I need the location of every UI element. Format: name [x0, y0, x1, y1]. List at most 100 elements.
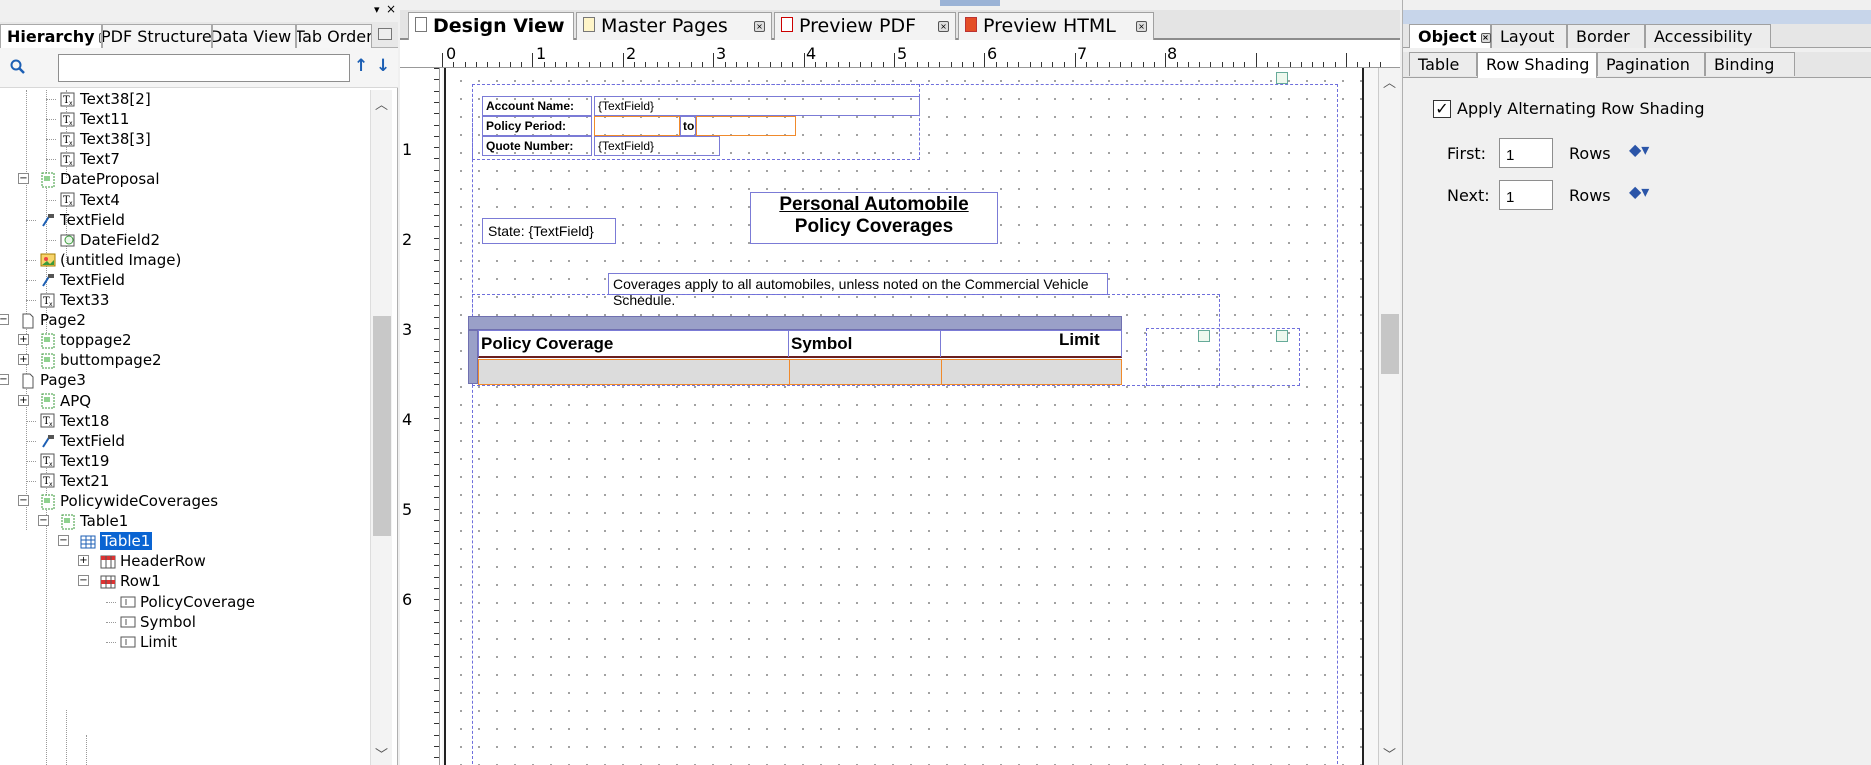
panel-options-icon[interactable]	[378, 28, 392, 40]
close-icon[interactable]: ×	[1136, 21, 1147, 32]
scroll-up-icon[interactable]: ︿	[1383, 72, 1396, 91]
page-right-edge	[1362, 68, 1364, 765]
quote-number-label-box[interactable]: Quote Number:	[482, 136, 592, 156]
account-name-field[interactable]: {TextField}	[594, 96, 920, 116]
policy-period-label-box[interactable]: Policy Period:	[482, 116, 592, 136]
collapse-icon[interactable]: −	[18, 173, 29, 185]
tree-item-label: Text19	[60, 451, 110, 470]
tab-design-view-label: Design View	[433, 15, 565, 37]
form-page[interactable]: Account Name: {TextField} Policy Period:…	[444, 68, 1362, 765]
page-icon	[415, 17, 427, 32]
svg-text:x: x	[69, 140, 73, 147]
quote-number-label: Quote Number:	[486, 139, 574, 153]
tree-scrollbar[interactable]: ︿ ﹀	[370, 90, 392, 765]
svg-text:x: x	[49, 481, 53, 488]
table-header-row[interactable]: Policy Coverage Symbol Limit	[478, 330, 1122, 358]
subtab-row-shading[interactable]: Row Shading	[1477, 52, 1597, 78]
tree-item-label: TextField	[60, 210, 125, 229]
tab-layout-label: Layout	[1500, 27, 1555, 46]
close-icon[interactable]: ×	[754, 21, 765, 32]
quote-number-field[interactable]: {TextField}	[594, 136, 720, 156]
expand-icon[interactable]: +	[18, 354, 29, 366]
subform-marker-icon	[1198, 330, 1210, 342]
tab-preview-html[interactable]: Preview HTML ×	[958, 12, 1154, 40]
html5-icon	[965, 17, 977, 32]
tab-preview-pdf[interactable]: Preview PDF ×	[774, 12, 956, 40]
subtab-table[interactable]: Table	[1409, 52, 1477, 76]
close-icon[interactable]: ×	[938, 21, 949, 32]
account-name-value: {TextField}	[598, 99, 655, 113]
state-field[interactable]: State: {TextField}	[482, 218, 616, 244]
search-input[interactable]	[58, 54, 350, 82]
arrow-down-icon[interactable]: ↓	[376, 56, 390, 76]
tab-design-view[interactable]: Design View	[408, 12, 574, 40]
tree-item-label: Text21	[60, 471, 110, 490]
tree-item-label: buttompage2	[60, 351, 162, 370]
search-icon[interactable]	[10, 59, 26, 75]
svg-text:x: x	[49, 301, 53, 308]
account-name-label-box[interactable]: Account Name:	[482, 96, 592, 116]
svg-text:x: x	[69, 100, 73, 107]
tab-border[interactable]: Border	[1567, 24, 1645, 48]
table-row-bar[interactable]	[468, 330, 478, 384]
panel-close-icon[interactable]: ×	[386, 2, 396, 16]
text-icon: Tx	[60, 131, 76, 147]
close-icon[interactable]: ×	[1480, 32, 1491, 43]
table-data-row[interactable]	[478, 359, 1122, 385]
scroll-down-icon[interactable]: ﹀	[1383, 744, 1396, 763]
tab-hierarchy-label: Hierarchy	[7, 27, 95, 46]
collapse-icon[interactable]: −	[58, 535, 69, 547]
svg-text:x: x	[49, 461, 53, 468]
tab-master-pages[interactable]: Master Pages ×	[576, 12, 772, 40]
scroll-up-icon[interactable]: ︿	[375, 94, 388, 113]
design-scrollbar[interactable]: ︿ ﹀	[1378, 68, 1400, 765]
fill-color-picker-icon[interactable]: ◆▾	[1629, 182, 1649, 201]
expand-icon[interactable]: +	[78, 555, 89, 567]
collapse-icon[interactable]: −	[38, 515, 49, 527]
subtab-pagination[interactable]: Pagination	[1597, 52, 1705, 76]
subform-icon	[40, 352, 56, 369]
title-box[interactable]: Personal Automobile Policy Coverages	[750, 192, 998, 244]
expand-icon[interactable]: +	[18, 394, 29, 406]
canvas-area[interactable]: Account Name: {TextField} Policy Period:…	[442, 68, 1378, 765]
header-cell-limit[interactable]: Limit	[941, 330, 1121, 357]
tab-object[interactable]: Object ×	[1409, 24, 1491, 48]
svg-text:x: x	[69, 120, 73, 127]
design-scroll-thumb[interactable]	[1381, 314, 1399, 374]
collapse-icon[interactable]: −	[0, 374, 9, 386]
tree-scroll-thumb[interactable]	[373, 316, 391, 536]
apply-shading-checkbox[interactable]: ✓	[1433, 100, 1451, 118]
tree-item[interactable]: Limit	[120, 630, 177, 654]
text-icon: Tx	[40, 472, 56, 488]
arrow-up-icon[interactable]: ↑	[354, 56, 368, 76]
tab-hierarchy[interactable]: Hierarchy×	[0, 24, 102, 48]
tab-data-view[interactable]: Data View	[212, 24, 296, 48]
next-rows-input[interactable]	[1499, 180, 1553, 210]
ruler-label: 3	[402, 320, 413, 339]
collapse-icon[interactable]: −	[78, 575, 89, 587]
tab-tab-order[interactable]: Tab Order	[296, 24, 372, 48]
policy-start-field[interactable]	[594, 116, 680, 136]
tab-accessibility[interactable]: Accessibility	[1645, 24, 1771, 48]
ruler-label: 0	[446, 44, 457, 63]
svg-text:x: x	[69, 160, 73, 167]
subtab-binding[interactable]: Binding	[1705, 52, 1795, 76]
ruler-label: 2	[402, 230, 413, 249]
scroll-down-icon[interactable]: ﹀	[375, 744, 388, 763]
coverages-note-box[interactable]: Coverages apply to all automobiles, unle…	[608, 273, 1108, 308]
tree-item-label: HeaderRow	[120, 552, 206, 571]
header-cell-policy-coverage[interactable]: Policy Coverage	[479, 331, 789, 357]
hierarchy-panel: ▾ × Hierarchy× PDF Structure Data View T…	[0, 0, 398, 765]
table-column-bar[interactable]	[468, 316, 1122, 330]
fill-color-picker-icon[interactable]: ◆▾	[1629, 140, 1649, 159]
tab-pdf-structure[interactable]: PDF Structure	[102, 24, 212, 48]
collapse-icon[interactable]: −	[0, 314, 9, 326]
expand-icon[interactable]: +	[18, 334, 29, 346]
tab-layout[interactable]: Layout	[1491, 24, 1567, 48]
subform-icon	[60, 513, 76, 530]
policy-end-field[interactable]	[696, 116, 796, 136]
first-rows-input[interactable]	[1499, 138, 1553, 168]
panel-menu-icon[interactable]: ▾	[374, 3, 380, 16]
collapse-icon[interactable]: −	[18, 495, 29, 506]
header-cell-symbol[interactable]: Symbol	[789, 331, 941, 357]
